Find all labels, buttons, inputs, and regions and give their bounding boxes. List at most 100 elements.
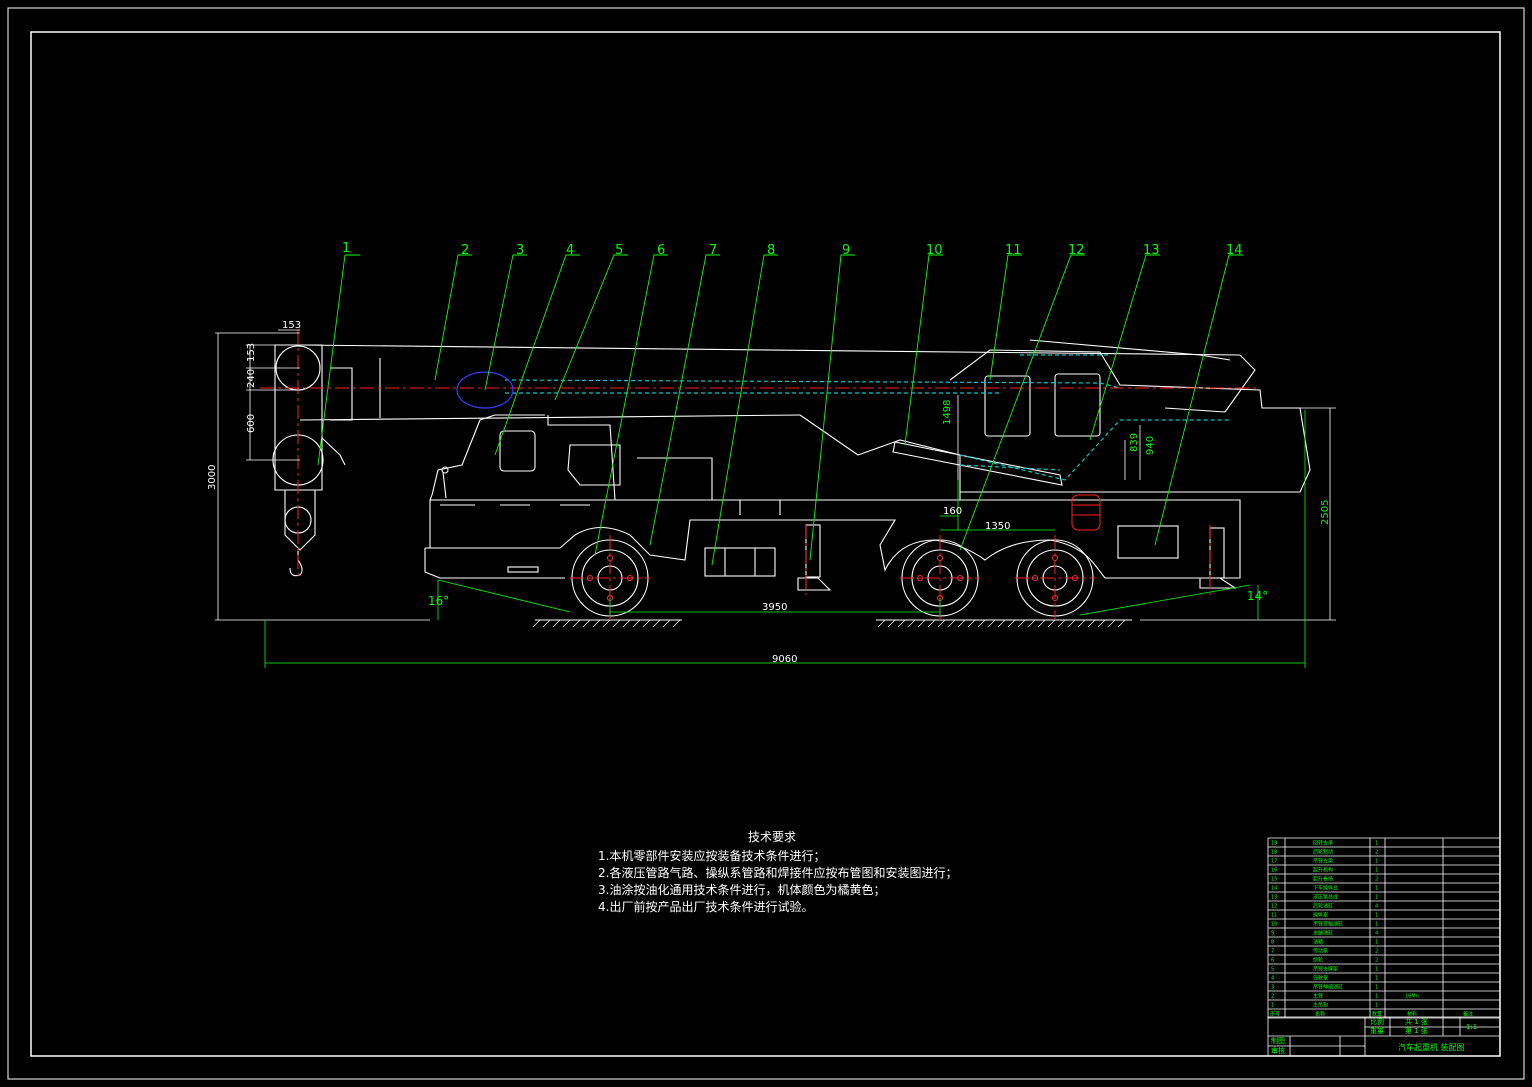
bom-row-number: 2 [1271, 994, 1274, 1000]
bom-row-qty: 4 [1375, 931, 1378, 937]
tech-requirement-4: 4.出厂前按产品出厂技术条件进行试验。 [598, 900, 814, 914]
bom-row-name: 起升机构 [1313, 867, 1333, 874]
outer-border [7, 7, 1525, 1080]
tech-requirement-1: 1.本机零部件安装应按装备技术条件进行； [598, 849, 826, 863]
bom-row-number: 13 [1271, 895, 1277, 901]
bom-row-qty: 1 [1375, 886, 1378, 892]
dim-940: 940 [1145, 436, 1156, 455]
bom-row-name: 主吊钩 [1313, 1002, 1328, 1009]
bom-row-qty: 4 [1375, 904, 1378, 910]
bom-row-name: 主臂 [1313, 993, 1323, 1000]
callout-10: 10 [926, 243, 943, 258]
dim-3000: 3000 [207, 465, 218, 490]
bom-row-material: 16Mn [1405, 994, 1419, 1000]
bom-row-qty: 2 [1375, 877, 1378, 883]
scale-label: 比例 [1370, 1017, 1384, 1026]
callout-5: 5 [615, 243, 623, 258]
bom-row-number: 8 [1271, 940, 1274, 946]
bom-row-number: 6 [1271, 958, 1274, 964]
bom-row-number: 3 [1271, 985, 1274, 991]
bom-row-number: 1 [1271, 1003, 1274, 1009]
bom-row-number: 18 [1271, 850, 1277, 856]
bom-row-number: 4 [1271, 976, 1274, 982]
bom-row-name: 驾驶室 [1313, 975, 1328, 982]
bom-row-name: 后轮油缸 [1313, 903, 1333, 910]
parts-table [1267, 837, 1501, 1019]
callout-13: 13 [1143, 243, 1160, 258]
bom-header-remark: 备注 [1463, 1011, 1473, 1018]
bom-row-qty: 1 [1375, 985, 1378, 991]
bom-row-name: 下车操纵台 [1313, 885, 1338, 892]
callout-1: 1 [342, 241, 350, 256]
bom-header-qty: 数量 [1372, 1011, 1382, 1018]
bom-header-name: 名称 [1315, 1011, 1325, 1018]
bom-row-qty: 1 [1375, 940, 1378, 946]
dim-153-top: 153 [282, 320, 301, 331]
bom-row-name: 传动系 [1313, 948, 1328, 955]
bom-row-name: 吊臂支架 [1313, 858, 1333, 865]
bom-row-qty: 1 [1375, 994, 1378, 1000]
callout-11: 11 [1005, 243, 1022, 258]
drawn-label: 制图 [1271, 1036, 1285, 1045]
wheel-bolts [587, 555, 1078, 601]
bom-row-qty: 2 [1375, 958, 1378, 964]
bom-row-qty: 1 [1375, 841, 1378, 847]
bom-row-name: 吊臂变幅油缸 [1313, 921, 1343, 928]
dim-160: 160 [943, 506, 962, 517]
callout-8: 8 [767, 243, 775, 258]
bom-row-name: 吊臂支撑架 [1313, 966, 1338, 973]
bom-row-qty: 1 [1375, 895, 1378, 901]
callout-2: 2 [461, 243, 469, 258]
bom-row-qty: 1 [1375, 859, 1378, 865]
dim-angle-right: 14° [1247, 589, 1268, 603]
bom-row-name: 吊臂伸缩油缸 [1313, 984, 1343, 991]
bom-row-qty: 1 [1375, 967, 1378, 973]
bom-row-number: 19 [1271, 841, 1277, 847]
dim-9060: 9060 [772, 654, 797, 665]
weight-label: 重量 [1370, 1027, 1384, 1035]
bom-header-number: 序号 [1270, 1011, 1280, 1018]
callout-14: 14 [1226, 243, 1243, 258]
wheels [571, 539, 1094, 617]
scale-value: 1:1 [1466, 1023, 1477, 1031]
dim-839: 839 [1129, 433, 1140, 452]
bom-row-number: 5 [1271, 967, 1274, 973]
bom-row-name: 操纵室 [1313, 912, 1328, 919]
callout-7: 7 [709, 243, 717, 258]
bom-row-number: 7 [1271, 949, 1274, 955]
bom-row-number: 17 [1271, 859, 1277, 865]
dim-angle-left: 16° [428, 594, 449, 608]
bom-row-name: 起升卷扬 [1313, 876, 1333, 883]
bom-row-number: 10 [1271, 922, 1277, 928]
crane-body [272, 339, 1311, 591]
callout-3: 3 [516, 243, 524, 258]
bom-row-qty: 1 [1375, 922, 1378, 928]
drawing-title: 汽车起重机 装配图 [1398, 1042, 1465, 1052]
bom-header-material: 材料 [1407, 1011, 1417, 1018]
bom-row-number: 12 [1271, 904, 1277, 910]
dim-3950: 3950 [762, 602, 787, 613]
dim-2505: 2505 [1320, 500, 1331, 525]
bom-row-number: 9 [1271, 931, 1274, 937]
callout-12: 12 [1068, 243, 1085, 258]
drawing-sheet: 1 2 3 4 5 6 7 8 9 10 11 12 13 14 153 153… [7, 7, 1525, 1080]
sheet-total: 共 1 张 [1405, 1017, 1428, 1026]
bom-row-number: 15 [1271, 877, 1277, 883]
bom-row-name: 支腿油缸 [1313, 930, 1333, 937]
dim-1498: 1498 [942, 400, 953, 425]
dim-153-side: 153 [246, 343, 257, 362]
bom-row-name: 后轮制动 [1313, 849, 1333, 856]
tech-requirement-3: 3.油涂按油化通用技术条件进行，机体颜色为橘黄色； [598, 883, 886, 897]
callout-9: 9 [842, 243, 850, 258]
checked-label: 审核 [1271, 1046, 1285, 1055]
bom-row-qty: 1 [1375, 868, 1378, 874]
bom-row-name: 油箱 [1313, 939, 1323, 946]
bom-row-qty: 2 [1375, 949, 1378, 955]
callout-leaders [317, 254, 1243, 566]
dim-240: 240 [246, 369, 257, 388]
bom-row-qty: 1 [1375, 976, 1378, 982]
bom-row-number: 14 [1271, 886, 1277, 892]
callout-numbers: 1 2 3 4 5 6 7 8 9 10 11 12 13 14 [342, 241, 1243, 258]
bom-row-qty: 2 [1375, 850, 1378, 856]
bom-row-name: 前轮 [1313, 957, 1323, 964]
